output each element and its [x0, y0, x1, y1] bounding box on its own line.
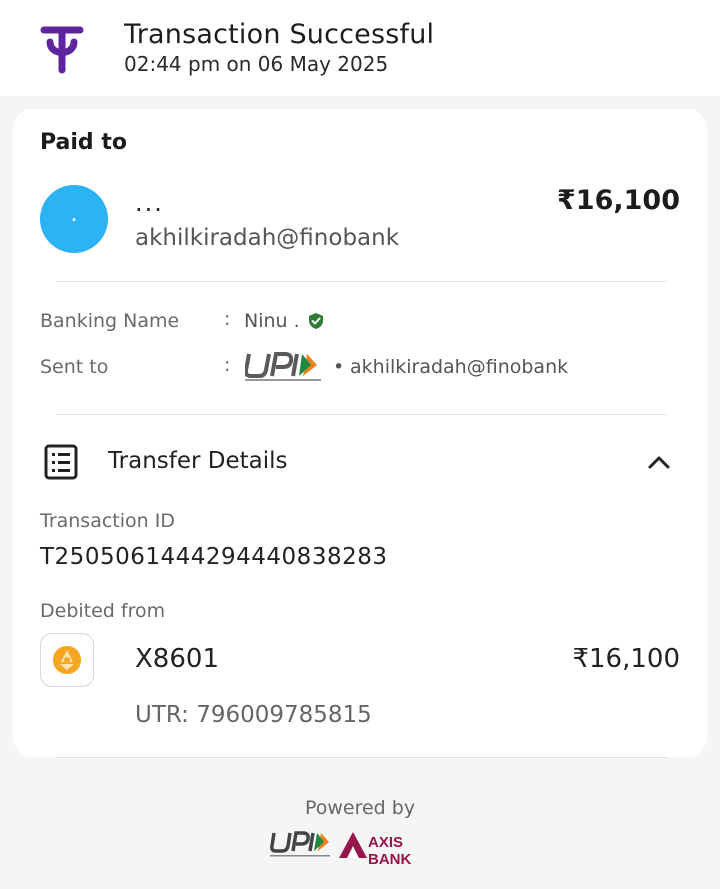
transaction-datetime: 02:44 pm on 06 May 2025: [124, 52, 389, 76]
debited-amount: ₹16,100: [572, 644, 680, 674]
paid-to-heading: Paid to: [40, 130, 127, 155]
header: Transaction Successful 02:44 pm on 06 Ma…: [0, 0, 720, 96]
payee-name: ...: [135, 189, 164, 217]
icici-logo-icon: [53, 646, 81, 674]
phonepe-logo-icon: [40, 26, 84, 74]
colon: :: [224, 354, 231, 376]
separator-dot: •: [333, 356, 345, 378]
banking-name-label: Banking Name: [40, 310, 180, 332]
sent-to-label: Sent to: [40, 356, 109, 378]
partner-logos: AXIS BANK: [270, 828, 450, 868]
bank-logo-icon: [40, 633, 94, 687]
verified-shield-icon: [309, 313, 323, 329]
divider: [56, 757, 667, 758]
divider: [56, 414, 667, 415]
paid-amount: ₹16,100: [557, 185, 680, 216]
utr-number[interactable]: UTR: 796009785815: [135, 702, 372, 728]
upi-logo-icon: [270, 831, 330, 857]
debited-from-label: Debited from: [40, 600, 166, 622]
avatar: .: [40, 185, 108, 253]
transaction-id-label: Transaction ID: [40, 510, 175, 532]
account-number: X8601: [135, 644, 219, 674]
colon: :: [224, 308, 231, 330]
powered-by-label: Powered by: [304, 797, 416, 819]
axis-bank-name: AXIS BANK: [368, 834, 412, 868]
axis-bank-logo-icon: [339, 832, 367, 858]
divider: [56, 281, 667, 282]
payee-upi-id[interactable]: akhilkiradah@finobank: [135, 225, 399, 251]
transaction-card: Paid to . ... akhilkiradah@finobank ₹16,…: [13, 109, 707, 757]
transaction-id-value[interactable]: T2505061444294440838283: [40, 544, 387, 570]
upi-logo-icon: [245, 352, 321, 381]
transfer-details-title[interactable]: Transfer Details: [108, 448, 288, 474]
page-title: Transaction Successful: [124, 19, 435, 50]
chevron-up-icon[interactable]: [646, 449, 672, 475]
banking-name-value: Ninu .: [244, 310, 300, 332]
sent-to-upi-id: akhilkiradah@finobank: [350, 356, 569, 378]
receipt-icon: [44, 444, 78, 480]
